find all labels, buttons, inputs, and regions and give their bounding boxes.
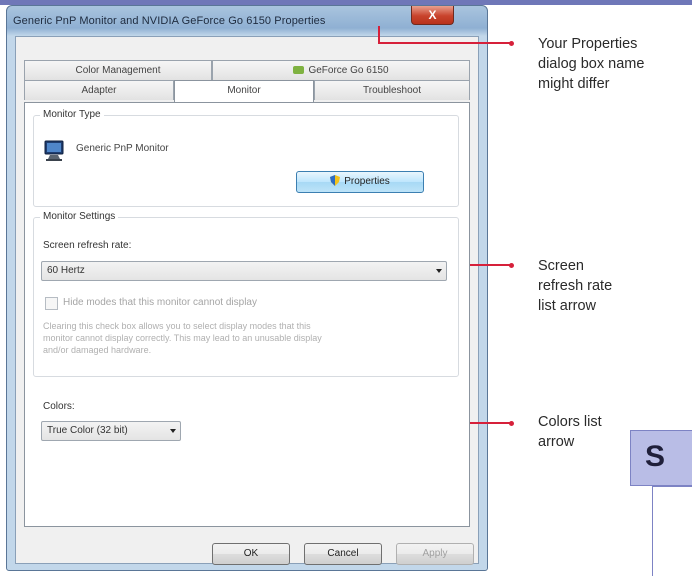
tab-label: Troubleshoot — [363, 85, 421, 96]
callout-line-text: might differ — [538, 76, 610, 92]
cancel-button[interactable]: Cancel — [304, 543, 382, 565]
window-title: Generic PnP Monitor and NVIDIA GeForce G… — [13, 15, 326, 27]
hide-modes-checkbox[interactable] — [45, 297, 58, 310]
monitor-settings-label: Monitor Settings — [40, 211, 119, 222]
callout-colors: Colors list arrow — [538, 412, 602, 452]
nvidia-icon — [293, 66, 305, 74]
tab-troubleshoot[interactable]: Troubleshoot — [314, 80, 470, 100]
tab-monitor[interactable]: Monitor — [174, 80, 314, 102]
tab-label: GeForce Go 6150 — [308, 65, 389, 76]
tab-adapter[interactable]: Adapter — [24, 80, 174, 100]
monitor-name: Generic PnP Monitor — [76, 143, 169, 154]
callout-line-text: list arrow — [538, 298, 597, 314]
monitor-tab-panel: Monitor Type Generic PnP Monitor Propert… — [24, 102, 470, 527]
callout-refresh-rate: Screen refresh rate list arrow — [538, 256, 612, 316]
title-bar[interactable]: Generic PnP Monitor and NVIDIA GeForce G… — [7, 6, 487, 36]
monitor-type-group: Monitor Type Generic PnP Monitor Propert… — [33, 109, 459, 207]
hide-modes-help: Clearing this check box allows you to se… — [43, 320, 453, 356]
slide-label-letter: S — [645, 440, 666, 473]
callout-line-text: Your Properties — [538, 36, 638, 52]
monitor-icon — [44, 140, 64, 161]
ok-button[interactable]: OK — [212, 543, 290, 565]
slide-label-box: S — [630, 430, 692, 486]
callout-properties-name: Your Properties dialog box name might di… — [538, 34, 644, 94]
chevron-down-icon[interactable] — [170, 429, 176, 433]
refresh-rate-label: Screen refresh rate: — [43, 240, 132, 251]
slide-content-box — [652, 486, 692, 576]
chevron-down-icon[interactable] — [436, 269, 442, 273]
tab-label: Adapter — [81, 85, 117, 96]
dialog-client-area: Color Management GeForce Go 6150 Adapter… — [15, 36, 479, 565]
help-line: and/or damaged hardware. — [43, 345, 152, 355]
hide-modes-label: Hide modes that this monitor cannot disp… — [63, 297, 257, 308]
colors-select[interactable]: True Color (32 bit) — [41, 421, 181, 441]
properties-dialog: Generic PnP Monitor and NVIDIA GeForce G… — [6, 5, 488, 571]
refresh-rate-value: 60 Hertz — [47, 265, 85, 276]
callout-line-text: refresh rate — [538, 278, 613, 294]
tab-label: Color Management — [75, 65, 161, 76]
tab-color-management[interactable]: Color Management — [24, 60, 212, 80]
apply-button[interactable]: Apply — [396, 543, 474, 565]
tab-geforce[interactable]: GeForce Go 6150 — [212, 60, 470, 80]
callout-dot — [509, 41, 514, 46]
callout-line-text: Screen — [538, 258, 584, 274]
callout-line-text: dialog box name — [538, 56, 645, 72]
callout-leader-title — [378, 42, 512, 44]
shield-icon — [330, 175, 341, 186]
help-line: monitor cannot display correctly. This m… — [43, 333, 322, 343]
help-line: Clearing this check box allows you to se… — [43, 321, 311, 331]
monitor-type-label: Monitor Type — [40, 109, 104, 120]
monitor-properties-button[interactable]: Properties — [296, 171, 424, 193]
refresh-rate-select[interactable]: 60 Hertz — [41, 261, 447, 281]
callout-dot — [509, 263, 514, 268]
tab-label: Monitor — [227, 85, 261, 96]
properties-button-label: Properties — [344, 176, 390, 187]
colors-value: True Color (32 bit) — [47, 425, 128, 436]
callout-line-text: Colors list — [538, 414, 602, 430]
callout-dot — [509, 421, 514, 426]
close-button[interactable]: X — [411, 6, 454, 25]
colors-label: Colors: — [43, 401, 75, 412]
callout-line-text: arrow — [538, 434, 575, 450]
